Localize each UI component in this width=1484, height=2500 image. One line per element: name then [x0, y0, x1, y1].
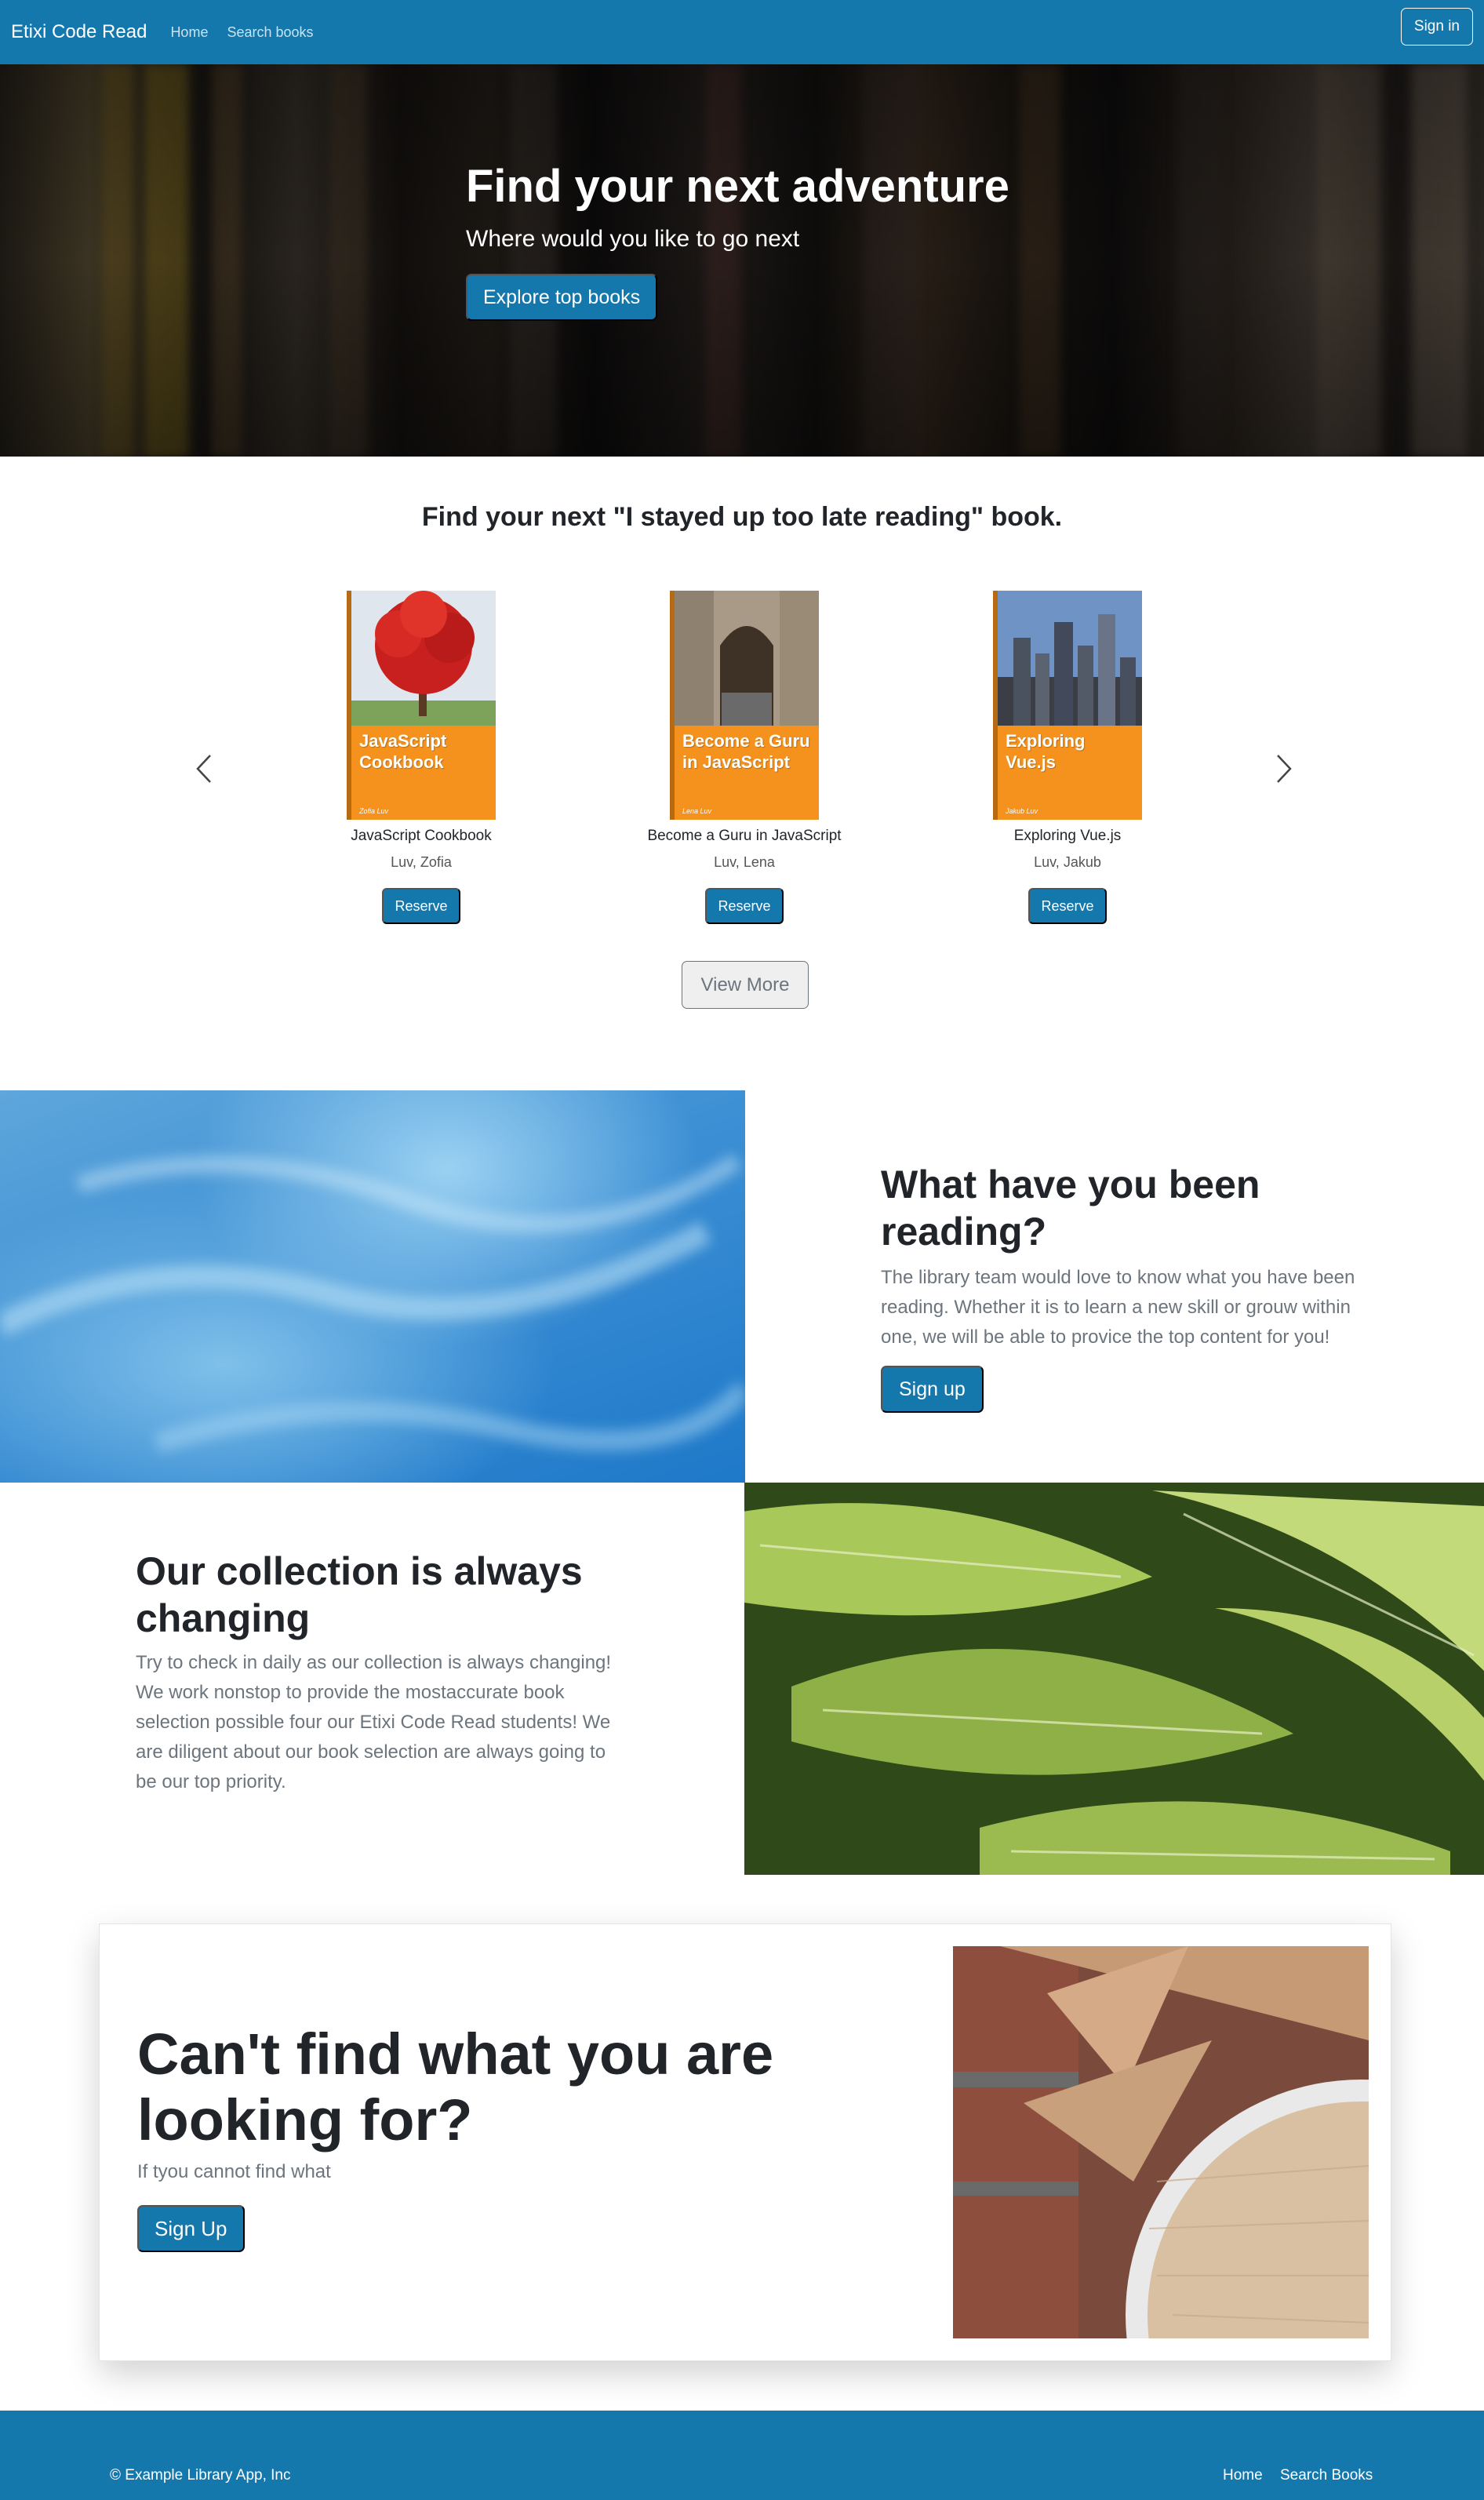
book-card: Become a Guru in JavaScript Lena Luv Bec… [627, 591, 862, 924]
book-title: JavaScript Cookbook [351, 828, 492, 844]
footer-copyright: © Example Library App, Inc [110, 2467, 291, 2484]
reading-feature-title: What have you been reading? [881, 1163, 1260, 1254]
navbar: Etixi Code Read Home Search books Sign i… [0, 0, 1484, 64]
carousel-next-button[interactable] [1272, 749, 1296, 788]
book-title: Exploring Vue.js [1013, 828, 1122, 844]
book-cover-title: Exploring Vue.js [1006, 731, 1086, 772]
chevron-left-icon [196, 755, 211, 783]
red-tree-cover-art [351, 591, 496, 726]
book-cover-author: Lena Luv [682, 807, 712, 815]
sign-up-button[interactable]: Sign up [881, 1366, 984, 1413]
hero-title: Find your next adventure [466, 161, 1009, 212]
leaf-pattern [744, 1483, 1484, 1875]
collection-feature-title: Our collection is always changing [136, 1549, 583, 1640]
reserve-button[interactable]: Reserve [382, 888, 460, 924]
cta-sign-up-button[interactable]: Sign Up [137, 2205, 245, 2252]
cta-title: Can't find what you are looking for? [137, 2021, 774, 2152]
hero-overlay [0, 64, 1484, 457]
books-section-heading: Find your next "I stayed up too late rea… [421, 502, 1063, 532]
plant-leaves-image [744, 1483, 1484, 1875]
city-skyline-cover-art [998, 591, 1142, 726]
carousel-prev-button[interactable] [192, 749, 216, 788]
cloud-wisps [0, 1153, 745, 1454]
book-cover-image[interactable]: Become a Guru in JavaScript Lena Luv [670, 591, 819, 820]
explore-top-books-button[interactable]: Explore top books [466, 274, 658, 321]
sky-image [0, 1090, 745, 1483]
book-author: Luv, Lena [714, 854, 775, 870]
book-cover-author: Zofia Luv [359, 807, 389, 815]
brand-logo-text[interactable]: Etixi Code Read [11, 21, 147, 43]
chevron-right-icon [1277, 755, 1292, 783]
hero-banner: Find your next adventure Where would you… [0, 64, 1484, 457]
hero-subtitle: Where would you like to go next [466, 226, 800, 252]
sign-in-button[interactable]: Sign in [1400, 8, 1473, 45]
footer: © Example Library App, Inc Home Search B… [0, 2411, 1484, 2500]
reading-feature-text: The library team would love to know what… [881, 1267, 1355, 1348]
book-cover-title: JavaScript Cookbook [359, 731, 447, 772]
book-cover-image[interactable]: JavaScript Cookbook Zofia Luv [347, 591, 496, 820]
nav-link-home[interactable]: Home [170, 24, 208, 41]
reserve-button[interactable]: Reserve [705, 888, 784, 924]
book-author: Luv, Jakub [1034, 854, 1101, 870]
footer-link-search-books[interactable]: Search Books [1280, 2467, 1373, 2484]
cta-text: If tyou cannot find what [137, 2161, 331, 2182]
wooden-sun-ornament-image [953, 1946, 1369, 2338]
nav-link-search-books[interactable]: Search books [227, 24, 313, 41]
book-card: Exploring Vue.js Jakub Luv Exploring Vue… [950, 591, 1185, 924]
view-more-button[interactable]: View More [682, 961, 809, 1009]
wood-carving-art [953, 1946, 1369, 2338]
footer-link-home[interactable]: Home [1223, 2467, 1263, 2484]
book-title: Become a Guru in JavaScript [647, 828, 842, 844]
book-cover-image[interactable]: Exploring Vue.js Jakub Luv [993, 591, 1142, 820]
collection-feature-text: Try to check in daily as our collection … [136, 1652, 612, 1792]
cta-card: Can't find what you are looking for? If … [99, 1923, 1391, 2361]
reserve-button[interactable]: Reserve [1028, 888, 1107, 924]
book-author: Luv, Zofia [391, 854, 452, 870]
book-cover-title: Become a Guru in JavaScript [682, 731, 810, 772]
book-card: JavaScript Cookbook Zofia Luv JavaScript… [304, 591, 539, 924]
book-cover-author: Jakub Luv [1006, 807, 1038, 815]
stone-archway-cover-art [675, 591, 819, 726]
